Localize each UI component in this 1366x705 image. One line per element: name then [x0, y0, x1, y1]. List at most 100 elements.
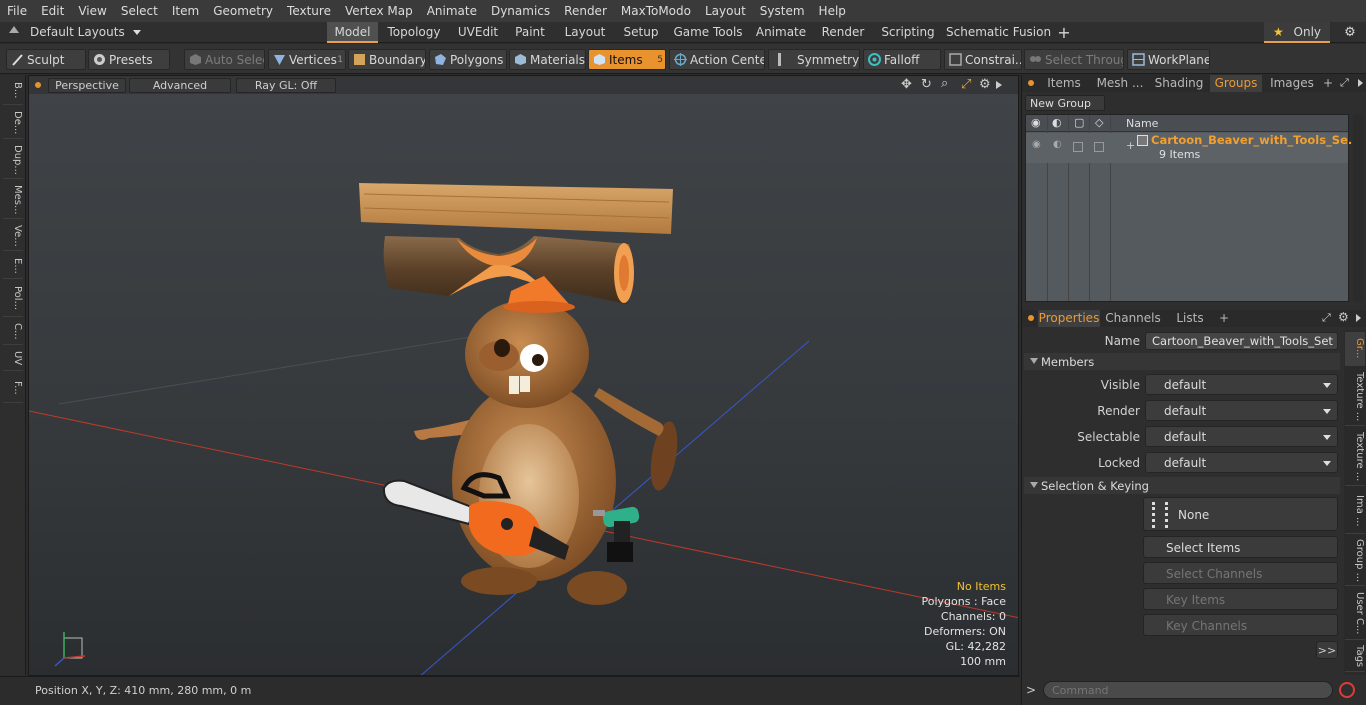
select-through-button[interactable]: Select Through [1024, 49, 1124, 70]
auto-select-button[interactable]: Auto Select [184, 49, 265, 70]
tab-model[interactable]: Model [327, 22, 378, 43]
left-tab-polygon[interactable]: Pol... [3, 281, 23, 317]
group-row[interactable]: ◉ ◐ + Cartoon_Beaver_with_Tools_Se... 9 … [1026, 133, 1361, 163]
menu-dynamics[interactable]: Dynamics [484, 0, 557, 22]
presets-button[interactable]: Presets [88, 49, 170, 70]
new-group-button[interactable]: New Group [1025, 95, 1105, 111]
tab-groups[interactable]: Groups [1210, 75, 1262, 92]
eye-icon[interactable]: ◉ [1031, 116, 1041, 129]
tab-schematic-fusion[interactable]: Schematic Fusion [946, 22, 1051, 43]
constraints-button[interactable]: Constrai... [944, 49, 1022, 70]
select-items-button[interactable]: Select Items [1143, 536, 1338, 558]
left-tab-fusion[interactable]: F... [3, 373, 23, 403]
key-channels-button[interactable]: Key Channels [1143, 614, 1338, 636]
panel-menu-dot-icon[interactable] [1028, 80, 1034, 86]
menu-vertex-map[interactable]: Vertex Map [338, 0, 420, 22]
beaver-character[interactable] [414, 276, 682, 605]
tab-topology[interactable]: Topology [380, 22, 448, 43]
select-channels-button[interactable]: Select Channels [1143, 562, 1338, 584]
menu-system[interactable]: System [753, 0, 812, 22]
props-arrow-icon[interactable] [1356, 314, 1361, 322]
more-button[interactable]: >> [1316, 641, 1338, 659]
none-button[interactable]: None [1143, 497, 1338, 531]
side-tab-texture-2[interactable]: Texture ... [1345, 428, 1365, 486]
menu-view[interactable]: View [71, 0, 113, 22]
tab-scripting[interactable]: Scripting [878, 22, 938, 43]
render-icon[interactable]: ◐ [1052, 116, 1062, 129]
sawn-log[interactable] [383, 236, 634, 304]
falloff-button[interactable]: Falloff [863, 49, 941, 70]
materials-button[interactable]: Materials [509, 49, 586, 70]
side-tab-image[interactable]: Ima ... [1345, 488, 1365, 534]
menu-maxtomodo[interactable]: MaxToModo [614, 0, 698, 22]
menu-item[interactable]: Item [165, 0, 206, 22]
tab-game-tools[interactable]: Game Tools [672, 22, 744, 43]
side-tab-user-channels[interactable]: User C... [1345, 588, 1365, 640]
sculpt-button[interactable]: Sculpt [6, 49, 86, 70]
members-section-header[interactable]: Members [1024, 353, 1340, 370]
props-gear-icon[interactable]: ⚙ [1338, 310, 1349, 324]
gear-icon[interactable]: ⚙ [1340, 22, 1360, 43]
menu-animate[interactable]: Animate [420, 0, 484, 22]
left-tab-deform[interactable]: De... [3, 107, 23, 139]
left-tab-mesh-edit[interactable]: Mes... [3, 181, 23, 219]
add-tab-button[interactable]: + [1054, 22, 1074, 43]
side-tab-group-2[interactable]: Group ... [1345, 536, 1365, 586]
tab-channels[interactable]: Channels [1104, 310, 1162, 327]
left-tab-duplicate[interactable]: Dup... [3, 141, 23, 179]
selectable-dropdown[interactable]: default [1145, 426, 1338, 447]
layout-selector[interactable]: Default Layouts [30, 22, 141, 43]
tab-setup[interactable]: Setup [617, 22, 665, 43]
visible-dropdown[interactable]: default [1145, 374, 1338, 395]
menu-file[interactable]: File [0, 0, 34, 22]
render-dropdown[interactable]: default [1145, 400, 1338, 421]
props-expand-icon[interactable]: ⤢ [1322, 311, 1331, 325]
tab-images[interactable]: Images [1266, 75, 1318, 92]
row-select-checkbox[interactable] [1094, 142, 1104, 152]
tab-items[interactable]: Items [1040, 75, 1088, 92]
left-tab-uv[interactable]: UV [3, 347, 23, 371]
tab-render[interactable]: Render [817, 22, 869, 43]
lock-icon[interactable]: ▢ [1074, 116, 1084, 129]
menu-edit[interactable]: Edit [34, 0, 71, 22]
vertices-button[interactable]: Vertices 1 [268, 49, 346, 70]
3d-viewport[interactable]: Perspective Advanced Ray GL: Off ✥ ↻ ⌕ ⤢… [28, 75, 1019, 676]
select-icon[interactable]: ◇ [1095, 116, 1103, 129]
wood-plank[interactable] [359, 183, 673, 234]
menu-select[interactable]: Select [114, 0, 165, 22]
only-toggle[interactable]: ★ Only [1264, 22, 1330, 43]
symmetry-button[interactable]: Symmetry [768, 49, 860, 70]
expand-plus-icon[interactable]: + [1126, 139, 1135, 152]
tab-uvedit[interactable]: UVEdit [452, 22, 504, 43]
selection-keying-section-header[interactable]: Selection & Keying [1024, 477, 1340, 494]
action-center-button[interactable]: Action Center [669, 49, 765, 70]
panel-expand-arrow-icon[interactable] [1358, 79, 1363, 87]
menu-help[interactable]: Help [812, 0, 853, 22]
menu-render[interactable]: Render [557, 0, 614, 22]
side-tab-group[interactable]: Gr... [1345, 332, 1365, 366]
menu-layout[interactable]: Layout [698, 0, 753, 22]
row-eye-icon[interactable]: ◉ [1032, 139, 1041, 150]
side-tab-tags[interactable]: Tags [1345, 642, 1365, 672]
command-input[interactable] [1043, 681, 1333, 699]
tab-shading[interactable]: Shading [1152, 75, 1206, 92]
list-scrollbar[interactable] [1353, 114, 1363, 302]
name-field[interactable]: Cartoon_Beaver_with_Tools_Set (11) [1145, 332, 1338, 350]
left-tab-edge[interactable]: E... [3, 253, 23, 279]
tab-lists[interactable]: Lists [1168, 310, 1212, 327]
props-menu-dot-icon[interactable] [1028, 315, 1034, 321]
tab-animate[interactable]: Animate [752, 22, 810, 43]
add-props-tab-button[interactable]: + [1218, 310, 1230, 327]
side-tab-texture-1[interactable]: Texture ... [1345, 368, 1365, 426]
tab-layout[interactable]: Layout [558, 22, 612, 43]
layout-grip-icon[interactable] [9, 26, 19, 33]
workplane-button[interactable]: WorkPlane [1127, 49, 1210, 70]
expand-icon[interactable]: ⤢ [1340, 76, 1349, 90]
left-tab-vertex[interactable]: Ve... [3, 221, 23, 251]
items-button[interactable]: Items 5 [588, 49, 666, 70]
tab-mesh[interactable]: Mesh ... [1092, 75, 1148, 92]
locked-dropdown[interactable]: default [1145, 452, 1338, 473]
tab-paint[interactable]: Paint [508, 22, 552, 43]
menu-texture[interactable]: Texture [280, 0, 338, 22]
left-tab-curve[interactable]: C... [3, 319, 23, 345]
